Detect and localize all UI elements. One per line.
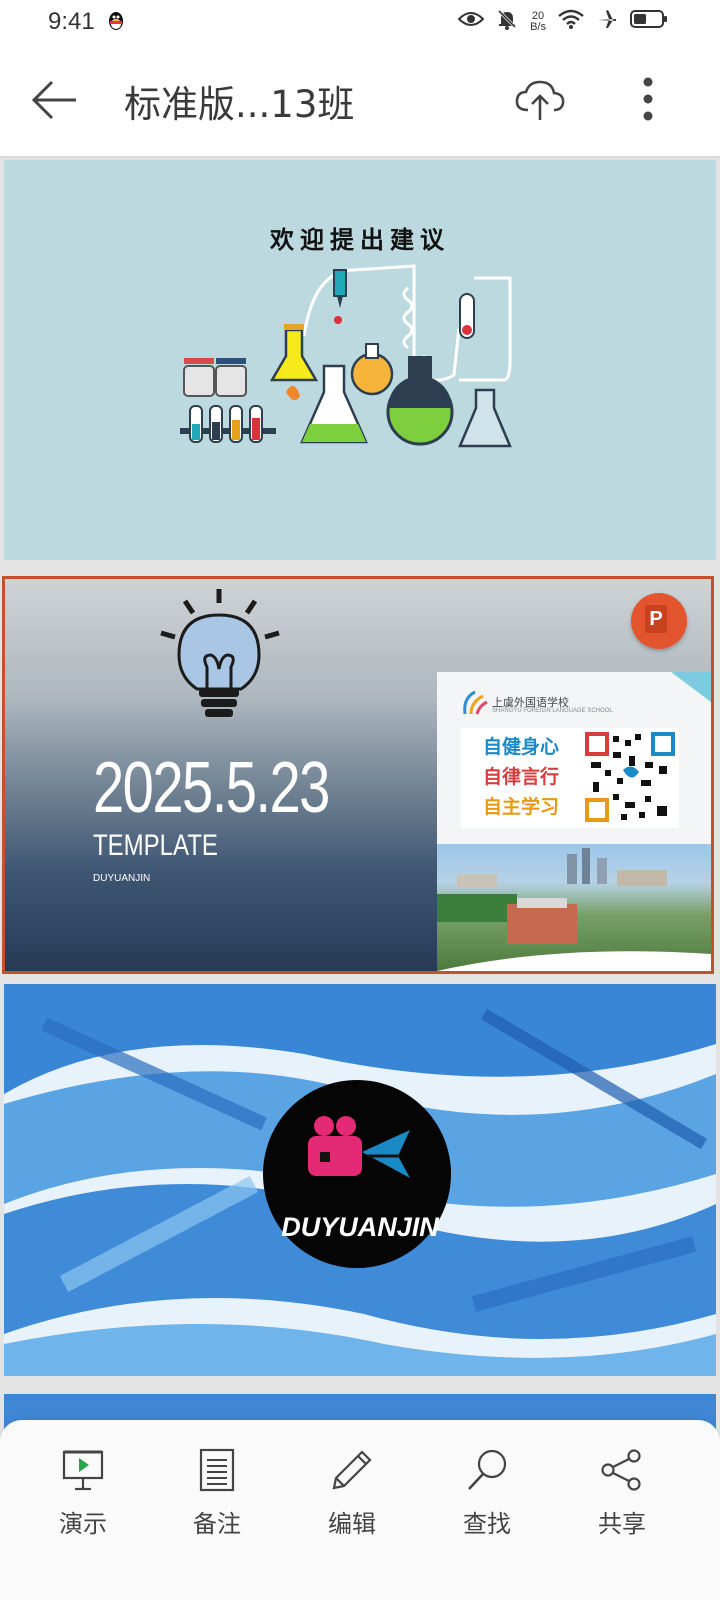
notes-label: 备注 — [193, 1510, 241, 1538]
back-arrow-icon — [31, 80, 76, 120]
slide-thumbnail-3[interactable]: DUYUANJIN — [4, 984, 716, 1376]
slide-thumbnail-1[interactable]: 欢迎提出建议 — [4, 160, 716, 560]
notes-icon — [199, 1448, 235, 1492]
lightbulb-icon — [160, 589, 280, 717]
search-icon — [468, 1449, 507, 1490]
notes-button[interactable]: 备注 — [162, 1448, 272, 1539]
powerpoint-badge: P — [631, 593, 687, 649]
bottom-toolbar: 演示 备注 编辑 查找 共享 — [0, 1420, 720, 1600]
motto-line-1: 自健身心 — [483, 736, 560, 758]
cloud-upload-button[interactable] — [514, 78, 566, 122]
wifi-icon — [558, 9, 584, 34]
app-bar: 标准版...13班 — [0, 44, 720, 156]
cloud-upload-icon — [515, 80, 565, 120]
status-icons: 20 B/s — [457, 8, 668, 35]
pencil-icon — [332, 1450, 372, 1490]
motto-line-3: 自主学习 — [483, 796, 560, 818]
present-button[interactable]: 演示 — [28, 1448, 138, 1539]
edit-button[interactable]: 编辑 — [297, 1448, 407, 1539]
school-logo-icon — [463, 690, 488, 715]
slide-brand-small: DUYUANJIN — [93, 873, 151, 884]
net-speed-unit: B/s — [530, 20, 546, 33]
powerpoint-icon: P — [645, 605, 667, 633]
qr-code-image — [585, 732, 675, 822]
school-card: 上虞外国语学校 SHANGYU FOREIGN LANGUAGE SCHOOL … — [437, 672, 711, 971]
slide-template-label: TEMPLATE — [93, 829, 218, 862]
slide-2-background: 2025.5.23 TEMPLATE DUYUANJIN 上虞外国语学校 SHA… — [5, 579, 711, 971]
net-speed-value: 20 — [531, 9, 545, 22]
back-button[interactable] — [28, 74, 82, 126]
slide-date: 2025.5.23 — [93, 748, 330, 828]
status-bar: 9:41 20 B/s — [0, 0, 720, 44]
status-time: 9:41 — [48, 8, 95, 35]
share-label: 共享 — [598, 1510, 646, 1538]
more-vertical-icon — [643, 77, 653, 121]
find-button[interactable]: 查找 — [432, 1448, 542, 1539]
qq-icon — [106, 10, 126, 37]
mute-bell-icon — [496, 8, 518, 35]
slide-3-brand: DUYUANJIN — [281, 1212, 439, 1242]
slide-thumbnail-2-selected[interactable]: 2025.5.23 TEMPLATE DUYUANJIN 上虞外国语学校 SHA… — [2, 576, 714, 974]
school-name-en: SHANGYU FOREIGN LANGUAGE SCHOOL — [492, 708, 613, 714]
motto-box: 自健身心 自律言行 自主学习 — [461, 728, 679, 828]
presentation-icon — [62, 1450, 104, 1491]
campus-photo — [437, 844, 711, 971]
find-label: 查找 — [463, 1510, 511, 1538]
lab-equipment-illustration — [180, 264, 512, 448]
document-title: 标准版...13班 — [124, 83, 355, 126]
net-speed: 20 B/s — [530, 9, 546, 33]
share-icon — [601, 1449, 641, 1491]
present-label: 演示 — [59, 1510, 107, 1538]
corner-decoration — [671, 672, 711, 702]
more-options-button[interactable] — [636, 74, 660, 124]
airplane-icon — [596, 8, 618, 35]
duyuanjin-logo-icon — [308, 1116, 410, 1178]
edit-label: 编辑 — [328, 1510, 376, 1538]
battery-icon — [630, 9, 668, 34]
motto-line-2: 自律言行 — [483, 766, 560, 788]
eye-icon — [457, 10, 485, 33]
share-button[interactable]: 共享 — [567, 1448, 677, 1539]
